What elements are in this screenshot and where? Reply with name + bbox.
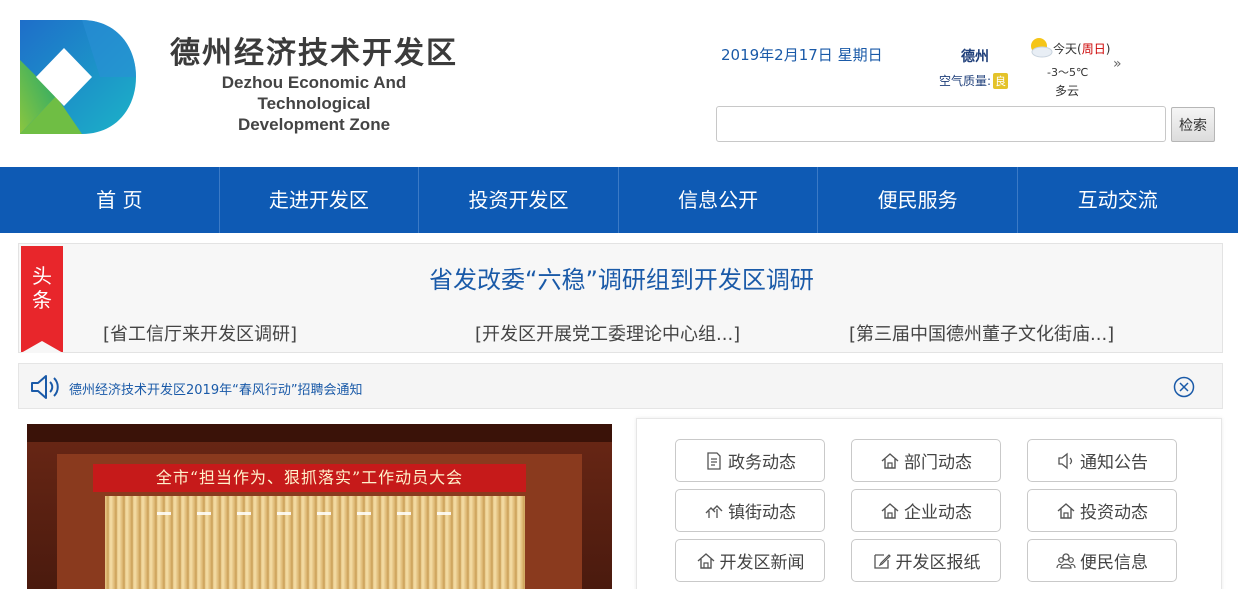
- category-label: 开发区新闻: [719, 553, 805, 573]
- brand-name-en-line1: Dezhou Economic And Technological: [221, 73, 407, 113]
- current-date: 2019年2月17日 星期日: [721, 46, 883, 64]
- photo-banner-text: 全市“担当作为、狠抓落实”工作动员大会: [93, 464, 526, 492]
- home-icon: [881, 452, 899, 469]
- nav-info-public[interactable]: 信息公开: [619, 167, 819, 233]
- category-town-news[interactable]: 镇街动态: [675, 489, 825, 532]
- people-icon: [1056, 552, 1076, 569]
- category-panel: 政务动态 部门动态 通知公告 镇街动态 企业动态 投资动态 开发区新闻 开发区报…: [636, 418, 1222, 589]
- category-investment-news[interactable]: 投资动态: [1027, 489, 1177, 532]
- weather-dow: 周日: [1081, 42, 1106, 56]
- brand-name-cn: 德州经济技术开发区: [170, 36, 458, 71]
- category-public-info[interactable]: 便民信息: [1027, 539, 1177, 582]
- weather-desc: 多云: [1055, 84, 1080, 98]
- news-photo[interactable]: 全市“担当作为、狠抓落实”工作动员大会: [27, 424, 612, 589]
- search-input[interactable]: [716, 106, 1166, 142]
- weather-city: 德州: [961, 49, 989, 65]
- weather-today: 今天(周日): [1053, 42, 1111, 56]
- category-label: 部门动态: [904, 453, 972, 473]
- category-notices[interactable]: 通知公告: [1027, 439, 1177, 482]
- category-label: 镇街动态: [728, 503, 796, 523]
- notice-text[interactable]: 德州经济技术开发区2019年“春风行动”招聘会通知: [69, 379, 363, 398]
- search-button[interactable]: 检索: [1171, 107, 1215, 142]
- speaker-icon: [1058, 452, 1073, 469]
- category-label: 投资动态: [1080, 503, 1148, 523]
- nav-about[interactable]: 走进开发区: [220, 167, 420, 233]
- main-nav: 首 页 走进开发区 投资开发区 信息公开 便民服务 互动交流: [0, 167, 1238, 233]
- category-zone-news[interactable]: 开发区新闻: [675, 539, 825, 582]
- weather-more-icon[interactable]: »: [1113, 56, 1122, 72]
- nav-services[interactable]: 便民服务: [818, 167, 1018, 233]
- category-gov-news[interactable]: 政务动态: [675, 439, 825, 482]
- weather-widget[interactable]: 德州 空气质量: 良 今天(周日) -3～5℃ 多云 »: [935, 36, 1135, 102]
- headline-box: 头 条 省发改委“六稳”调研组到开发区调研 [省工信厅来开发区调研] [开发区开…: [18, 243, 1223, 353]
- document-icon: [707, 451, 721, 470]
- headline-link-3[interactable]: [第三届中国德州董子文化街庙...]: [849, 320, 1114, 346]
- air-quality-badge: 良: [993, 73, 1009, 89]
- home-icon: [697, 552, 714, 569]
- headline-link-2[interactable]: [开发区开展党工委理论中心组...]: [475, 320, 740, 346]
- headline-title[interactable]: 省发改委“六稳”调研组到开发区调研: [19, 260, 1224, 295]
- category-label: 便民信息: [1080, 553, 1148, 573]
- edit-icon: [873, 553, 891, 569]
- close-icon[interactable]: [1173, 376, 1195, 398]
- notice-bar: 德州经济技术开发区2019年“春风行动”招聘会通知: [18, 363, 1223, 409]
- category-enterprise-news[interactable]: 企业动态: [851, 489, 1001, 532]
- brand-name-en-line2: Development Zone: [237, 115, 391, 134]
- logo-icon[interactable]: [20, 20, 136, 134]
- air-quality: 空气质量: 良: [939, 72, 1009, 89]
- headline-link-1[interactable]: [省工信厅来开发区调研]: [103, 320, 297, 346]
- category-label: 企业动态: [904, 503, 972, 523]
- nav-home[interactable]: 首 页: [20, 167, 220, 233]
- home-icon: [881, 502, 899, 519]
- weather-temp: -3～5℃: [1047, 66, 1089, 79]
- category-dept-news[interactable]: 部门动态: [851, 439, 1001, 482]
- category-label: 政务动态: [728, 453, 796, 473]
- site-header: 德州经济技术开发区 Dezhou Economic And Technologi…: [0, 0, 1238, 167]
- nav-interaction[interactable]: 互动交流: [1018, 167, 1218, 233]
- air-quality-label: 空气质量:: [939, 74, 992, 88]
- category-label: 开发区报纸: [895, 553, 981, 573]
- speaker-icon: [31, 375, 59, 399]
- weather-today-label: 今天: [1053, 42, 1078, 56]
- home-icon: [1057, 502, 1075, 519]
- cloudy-sun-icon: [1031, 38, 1053, 58]
- nav-invest[interactable]: 投资开发区: [419, 167, 619, 233]
- meeting-hall-image: [27, 424, 612, 589]
- town-icon: [705, 504, 723, 518]
- category-zone-newspaper[interactable]: 开发区报纸: [851, 539, 1001, 582]
- brand-block: 德州经济技术开发区 Dezhou Economic And Technologi…: [170, 36, 458, 135]
- category-label: 通知公告: [1080, 453, 1148, 473]
